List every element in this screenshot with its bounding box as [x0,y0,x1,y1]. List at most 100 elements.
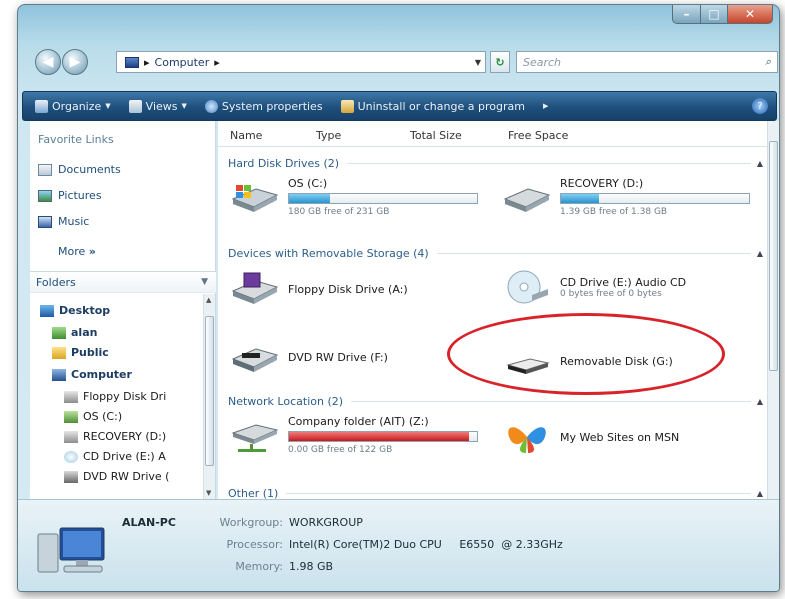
collapse-icon[interactable]: ▲ [757,159,763,168]
folder-tree: Desktop alan Public Computer Floppy Disk… [30,294,202,499]
drive-dvd[interactable]: DVD RW Drive (F:) [230,339,388,375]
tree-item-public[interactable]: Public [52,346,109,359]
search-placeholder: Search [523,55,562,69]
search-icon[interactable]: ⌕ [765,55,771,69]
tree-label: CD Drive (E:) A [83,450,166,463]
favorite-pictures[interactable]: Pictures [38,189,102,202]
floppy-drive-icon [231,272,279,304]
drive-cd[interactable]: CD Drive (E:) Audio CD 0 bytes free of 0… [502,269,686,305]
group-removable-storage[interactable]: Devices with Removable Storage (4) ▲ [228,247,763,260]
drive-free-space: 1.39 GB free of 1.38 GB [560,207,668,217]
views-button[interactable]: Views ▼ [128,99,187,113]
tree-item-desktop[interactable]: Desktop [40,304,110,317]
tree-label: Desktop [59,304,111,317]
network-msn-web-sites[interactable]: My Web Sites on MSN [502,419,679,455]
address-dropdown-icon[interactable]: ▼ [475,58,481,67]
detail-label: Processor: [226,538,284,551]
organize-button[interactable]: Organize ▼ [35,99,111,113]
tree-item-computer[interactable]: Computer [52,368,132,381]
search-input[interactable]: Search ⌕ [516,51,778,73]
more-link[interactable]: More » [58,245,96,258]
drive-name: OS (C:) [288,177,328,190]
favorite-music[interactable]: Music [38,215,89,228]
user-folder-icon [52,326,66,339]
detail-memory: Memory: 1.98 GB [198,560,333,573]
group-label: Devices with Removable Storage (4) [228,247,429,260]
close-button[interactable]: ✕ [728,5,773,24]
tree-item-os[interactable]: OS (C:) [64,410,122,423]
capacity-bar [288,193,478,204]
refresh-button[interactable]: ↻ [490,51,510,73]
drive-name: DVD RW Drive (F:) [288,350,388,364]
column-free-space[interactable]: Free Space [508,129,568,142]
folder-icon [52,346,66,359]
column-type[interactable]: Type [316,129,341,142]
tree-item-recovery[interactable]: RECOVERY (D:) [64,430,166,443]
hard-drive-icon [64,430,78,443]
system-properties-label: System properties [221,99,323,113]
drive-company-folder[interactable]: Company folder (AIT) (Z:) 0.00 GB free o… [230,415,478,455]
maximize-button[interactable]: □ [701,5,728,24]
double-chevron-icon: ▶ [542,102,549,110]
tree-label: Floppy Disk Dri [83,390,167,403]
collapse-icon[interactable]: ▲ [757,249,763,258]
breadcrumb-arrow[interactable]: ▸ [214,56,220,69]
highlight-circle [447,313,725,395]
drive-free-space: 180 GB free of 231 GB [288,207,390,217]
chevron-down-icon: ▼ [201,277,208,287]
content-scrollbar[interactable] [767,121,779,499]
minimize-button[interactable]: – [672,5,701,24]
tree-item-alan[interactable]: alan [52,326,97,339]
drive-name: CD Drive (E:) Audio CD [560,275,687,289]
cd-drive-icon [64,450,78,463]
drive-name: Company folder (AIT) (Z:) [288,415,429,428]
tree-item-floppy[interactable]: Floppy Disk Dri [64,390,166,403]
uninstall-program-button[interactable]: Uninstall or change a program [340,99,525,113]
group-network-location[interactable]: Network Location (2) ▲ [228,395,763,408]
scrollbar-thumb[interactable] [769,141,778,371]
collapse-icon[interactable]: ▲ [757,489,763,498]
forward-button[interactable]: ▶ [62,49,88,75]
column-total-size[interactable]: Total Size [410,129,462,142]
drive-name: My Web Sites on MSN [560,430,680,444]
back-button[interactable]: ◀ [35,49,61,75]
drive-recovery[interactable]: RECOVERY (D:) 1.39 GB free of 1.38 GB [502,177,750,217]
more-commands[interactable]: ▶ [543,102,548,110]
collapse-icon[interactable]: ▲ [757,397,763,406]
scroll-down-icon[interactable]: ▼ [206,489,211,497]
system-properties-button[interactable]: System properties [204,99,323,113]
folders-header[interactable]: Folders ▼ [30,271,216,293]
drive-info: OS (C:) 180 GB free of 231 GB [288,177,478,217]
favorite-label: Pictures [58,189,102,202]
breadcrumb-computer[interactable]: Computer [155,56,210,69]
pictures-icon [38,189,52,202]
group-hard-disk-drives[interactable]: Hard Disk Drives (2) ▲ [228,157,763,170]
group-divider [436,253,751,254]
scroll-up-icon[interactable]: ▲ [206,296,211,304]
views-icon [128,99,142,113]
documents-icon [38,163,52,176]
scrollbar-thumb[interactable] [205,316,214,466]
tree-label: OS (C:) [83,410,123,423]
folder-scrollbar[interactable]: ▲ ▼ [203,294,215,499]
drive-os[interactable]: OS (C:) 180 GB free of 231 GB [230,177,478,217]
music-icon [38,215,52,228]
computer-icon [125,56,139,68]
drive-floppy[interactable]: Floppy Disk Drive (A:) [230,271,408,307]
tree-item-dvd[interactable]: DVD RW Drive ( [64,470,169,483]
command-bar: Organize ▼ Views ▼ System properties Uni… [22,91,777,121]
favorite-documents[interactable]: Documents [38,163,121,176]
column-name[interactable]: Name [230,129,262,142]
drive-info: Company folder (AIT) (Z:) 0.00 GB free o… [288,415,478,455]
folders-label: Folders [36,275,76,289]
details-pane: ALAN-PC Workgroup: WORKGROUP Processor: … [18,499,779,591]
group-label: Network Location (2) [228,395,344,408]
views-label: Views [145,99,178,113]
tree-label: RECOVERY (D:) [83,430,167,443]
address-row: ◀ ▶ ▸ Computer ▸ ▼ ↻ Search ⌕ [28,47,778,77]
group-label: Hard Disk Drives (2) [228,157,340,170]
tree-item-cd[interactable]: CD Drive (E:) A [64,450,166,463]
detail-value: Intel(R) Core(TM)2 Duo CPU E6550 @ 2.33G… [289,538,563,551]
help-icon[interactable]: ? [752,98,768,114]
address-bar[interactable]: ▸ Computer ▸ ▼ [116,51,486,73]
